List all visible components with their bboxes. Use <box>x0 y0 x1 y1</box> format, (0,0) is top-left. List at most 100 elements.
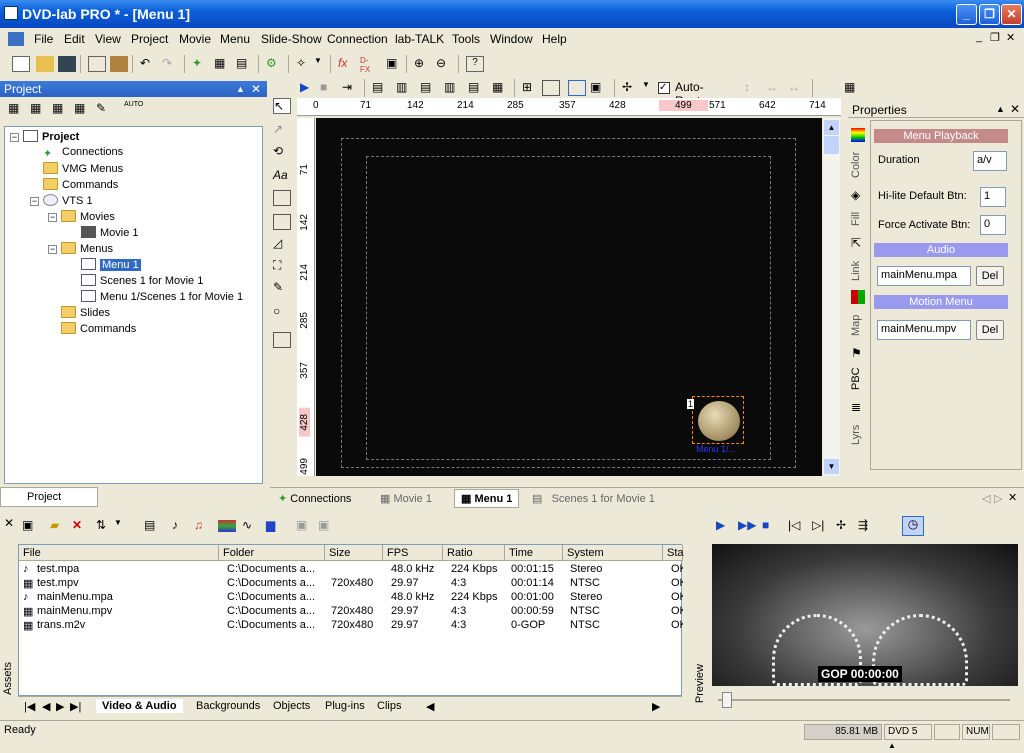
tab-backgrounds[interactable]: Backgrounds <box>196 700 260 712</box>
motion-file-input[interactable]: mainMenu.mpv <box>877 320 971 340</box>
properties-pin-icon[interactable]: ▲ <box>996 104 1005 114</box>
distribute-icon[interactable]: ▦ <box>492 80 510 96</box>
tab-close-icon[interactable]: ✕ <box>1008 491 1017 504</box>
vtab-color[interactable]: Color <box>850 148 868 182</box>
compile-icon[interactable]: ⚙ <box>266 56 284 72</box>
tree-menu1-scenes1[interactable]: Menu 1/Scenes 1 for Movie 1 <box>81 290 243 303</box>
add-movie-tb-icon[interactable]: ▦ <box>30 101 48 117</box>
menu-help[interactable]: Help <box>542 32 567 46</box>
preview-prev-icon[interactable]: |◁ <box>788 518 806 534</box>
assets-close-icon[interactable]: ✕ <box>4 516 14 530</box>
scroll-up-icon[interactable]: ▲ <box>824 120 839 135</box>
tab-prev-icon[interactable]: ◀ <box>42 700 50 713</box>
add-menu-icon[interactable]: ▦ <box>214 56 232 72</box>
help-icon[interactable]: ? <box>466 56 484 72</box>
hscroll-left-icon[interactable]: ◀ <box>426 700 434 713</box>
pointer-tool-icon[interactable]: ↖ <box>273 98 291 114</box>
ac3-icon[interactable]: ♫ <box>194 518 212 534</box>
properties-tb-icon[interactable]: ✎ <box>96 101 114 117</box>
minimize-button[interactable]: _ <box>956 4 977 25</box>
auto-tb-icon[interactable]: AUTO <box>124 101 143 117</box>
tab-movie1[interactable]: ▦ Movie 1 <box>380 492 432 505</box>
play-icon[interactable]: ▶ <box>300 80 318 96</box>
menu-edit[interactable]: Edit <box>64 32 85 46</box>
panel-close-icon[interactable]: ✕ <box>251 81 261 97</box>
collapse-menus-icon[interactable]: − <box>48 245 57 254</box>
wand-icon[interactable]: ✧ <box>296 56 314 72</box>
hilite-input[interactable]: 1 <box>980 187 1006 207</box>
col-file[interactable]: File <box>19 545 219 561</box>
maximize-button[interactable]: ❐ <box>979 4 1000 25</box>
preview-slider-thumb[interactable] <box>722 692 732 708</box>
project-bottom-tab[interactable]: Project <box>0 487 98 507</box>
menu-connection[interactable]: Connection <box>327 32 388 46</box>
effects-icon[interactable]: ▣ <box>386 56 404 72</box>
waveform-icon[interactable]: ∿ <box>242 518 260 534</box>
force-activate-input[interactable]: 0 <box>980 215 1006 235</box>
tab-next-icon[interactable]: ▶ <box>56 700 64 713</box>
preview-slider[interactable] <box>718 690 1010 710</box>
color-bars-icon[interactable] <box>218 520 236 532</box>
sort-icon[interactable]: ⇅ <box>96 518 114 534</box>
add-movie-icon[interactable]: ✦ <box>192 56 210 72</box>
copy-asset-icon[interactable]: ▣ <box>296 518 314 534</box>
canvas-vscroll[interactable]: ▲ ▼ <box>823 118 840 476</box>
menu-tools[interactable]: Tools <box>452 32 480 46</box>
hspace2-icon[interactable]: ↔ <box>788 80 806 96</box>
menu-project[interactable]: Project <box>131 32 168 46</box>
table-row[interactable]: ▦ test.mpv C:\Documents a... 720x480 29.… <box>19 577 683 591</box>
mdi-restore-button[interactable]: ❐ <box>990 31 1000 44</box>
tree-scenes1[interactable]: Scenes 1 for Movie 1 <box>81 274 203 287</box>
rect-tool-icon[interactable] <box>273 190 291 206</box>
dfx-icon[interactable]: D-FX <box>360 56 378 74</box>
tab-clips[interactable]: Clips <box>377 700 401 712</box>
tab-scenes1[interactable]: ▤ Scenes 1 for Movie 1 <box>532 492 655 505</box>
audio-del-button[interactable]: Del <box>976 266 1004 286</box>
brush-tool-icon[interactable]: ✎ <box>273 280 291 296</box>
tab-scroll-left-icon[interactable]: ◁ <box>982 492 990 505</box>
mdi-minimize-button[interactable]: _ <box>976 31 982 43</box>
open-icon[interactable] <box>36 56 54 72</box>
align-bottom-icon[interactable]: ▤ <box>468 80 486 96</box>
preview-mark-icon[interactable]: ✢ <box>836 518 854 534</box>
paste-icon[interactable] <box>110 56 128 72</box>
preview-next-icon[interactable]: ▷| <box>812 518 830 534</box>
add-slides-tb-icon[interactable]: ▦ <box>52 101 70 117</box>
sort-dropdown-icon[interactable]: ▼ <box>114 518 132 534</box>
zoom-in-icon[interactable]: ⊕ <box>414 56 432 72</box>
import-icon[interactable]: ▣ <box>22 518 40 534</box>
menu-view[interactable]: View <box>95 32 121 46</box>
align-top-icon[interactable]: ▥ <box>444 80 462 96</box>
pin-icon[interactable]: ▲ <box>236 81 245 97</box>
vtab-map[interactable]: Map <box>850 312 868 338</box>
safe-area-icon[interactable] <box>542 80 560 96</box>
menu-slide-show[interactable]: Slide-Show <box>261 32 322 46</box>
grid-icon[interactable]: ⊞ <box>522 80 540 96</box>
rotate-tool-icon[interactable]: ⟲ <box>273 144 291 160</box>
menu-movie[interactable]: Movie <box>179 32 211 46</box>
align-center-icon[interactable]: ▥ <box>396 80 414 96</box>
menu-button-selection[interactable]: 1 <box>687 396 744 444</box>
preview-chapter-icon[interactable]: ⇶ <box>858 518 876 534</box>
tree-slides[interactable]: Slides <box>61 306 110 319</box>
save-icon[interactable] <box>58 56 76 72</box>
collapse-movies-icon[interactable]: − <box>48 213 57 222</box>
tab-plugins[interactable]: Plug-ins <box>325 700 365 712</box>
collapse-icon[interactable]: − <box>10 133 19 142</box>
scroll-down-icon[interactable]: ▼ <box>824 459 839 474</box>
col-ratio[interactable]: Ratio <box>443 545 505 561</box>
menu-canvas[interactable]: 1 Menu 1/... <box>316 118 822 476</box>
audio-file-input[interactable]: mainMenu.mpa <box>877 266 971 286</box>
col-status[interactable]: Sta <box>663 545 684 561</box>
auto-route-checkbox[interactable]: ✓ <box>658 82 670 94</box>
col-time[interactable]: Time <box>505 545 563 561</box>
table-icon[interactable]: ▦ <box>844 80 862 96</box>
tree-movies[interactable]: Movies <box>61 210 115 223</box>
tree-movie1[interactable]: Movie 1 <box>81 226 139 239</box>
audio-tool-icon[interactable]: ♪ <box>172 518 190 534</box>
tree-connections[interactable]: ✦ Connections <box>43 146 123 160</box>
preview-ff-icon[interactable]: ▶▶ <box>738 518 756 534</box>
text-tool-icon[interactable]: Aa <box>273 168 291 184</box>
link-icon[interactable]: ⇥ <box>342 80 360 96</box>
paste-asset-icon[interactable]: ▣ <box>318 518 336 534</box>
